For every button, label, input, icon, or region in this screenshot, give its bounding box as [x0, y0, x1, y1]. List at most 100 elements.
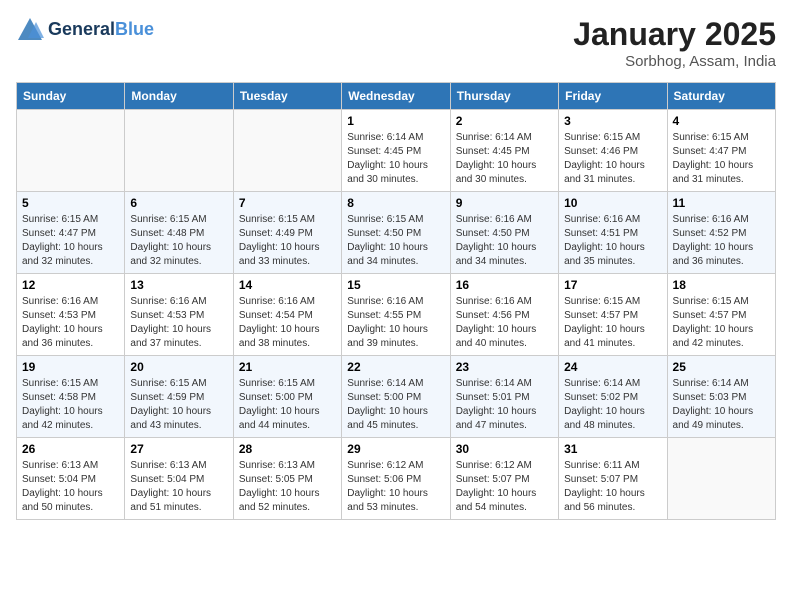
- day-number: 14: [239, 278, 336, 292]
- calendar-cell: 28 Sunrise: 6:13 AM Sunset: 5:05 PM Dayli…: [233, 438, 341, 520]
- day-info: Sunrise: 6:16 AM Sunset: 4:53 PM Dayligh…: [22, 295, 119, 351]
- day-number: 8: [347, 196, 444, 210]
- title-block: January 2025 Sorbhog, Assam, India: [573, 16, 776, 70]
- col-header-sunday: Sunday: [17, 83, 125, 110]
- day-info: Sunrise: 6:14 AM Sunset: 4:45 PM Dayligh…: [456, 131, 553, 187]
- calendar-cell: 7 Sunrise: 6:15 AM Sunset: 4:49 PM Daylig…: [233, 192, 341, 274]
- day-info: Sunrise: 6:16 AM Sunset: 4:52 PM Dayligh…: [673, 213, 770, 269]
- calendar-week-row: 12 Sunrise: 6:16 AM Sunset: 4:53 PM Dayli…: [17, 274, 776, 356]
- calendar-cell: 13 Sunrise: 6:16 AM Sunset: 4:53 PM Dayli…: [125, 274, 233, 356]
- day-info: Sunrise: 6:14 AM Sunset: 5:03 PM Dayligh…: [673, 377, 770, 433]
- logo-icon: [16, 16, 44, 44]
- calendar-cell: 6 Sunrise: 6:15 AM Sunset: 4:48 PM Daylig…: [125, 192, 233, 274]
- calendar-cell: 19 Sunrise: 6:15 AM Sunset: 4:58 PM Dayli…: [17, 356, 125, 438]
- day-info: Sunrise: 6:16 AM Sunset: 4:56 PM Dayligh…: [456, 295, 553, 351]
- calendar-header-row: SundayMondayTuesdayWednesdayThursdayFrid…: [17, 83, 776, 110]
- day-number: 28: [239, 442, 336, 456]
- day-number: 23: [456, 360, 553, 374]
- day-number: 24: [564, 360, 661, 374]
- col-header-tuesday: Tuesday: [233, 83, 341, 110]
- calendar-cell: 4 Sunrise: 6:15 AM Sunset: 4:47 PM Daylig…: [667, 110, 775, 192]
- day-number: 9: [456, 196, 553, 210]
- day-info: Sunrise: 6:14 AM Sunset: 5:02 PM Dayligh…: [564, 377, 661, 433]
- calendar-cell: 25 Sunrise: 6:14 AM Sunset: 5:03 PM Dayli…: [667, 356, 775, 438]
- day-number: 7: [239, 196, 336, 210]
- day-info: Sunrise: 6:15 AM Sunset: 4:47 PM Dayligh…: [673, 131, 770, 187]
- calendar-cell: 2 Sunrise: 6:14 AM Sunset: 4:45 PM Daylig…: [450, 110, 558, 192]
- day-info: Sunrise: 6:15 AM Sunset: 4:58 PM Dayligh…: [22, 377, 119, 433]
- day-info: Sunrise: 6:15 AM Sunset: 4:48 PM Dayligh…: [130, 213, 227, 269]
- calendar-cell: 22 Sunrise: 6:14 AM Sunset: 5:00 PM Dayli…: [342, 356, 450, 438]
- day-info: Sunrise: 6:15 AM Sunset: 4:57 PM Dayligh…: [673, 295, 770, 351]
- calendar-cell: 15Sunrise: 6:16 AM Sunset: 4:55 PM Dayli…: [342, 274, 450, 356]
- day-info: Sunrise: 6:14 AM Sunset: 4:45 PM Dayligh…: [347, 131, 444, 187]
- calendar-cell: [125, 110, 233, 192]
- calendar-cell: 8 Sunrise: 6:15 AM Sunset: 4:50 PM Daylig…: [342, 192, 450, 274]
- day-info: Sunrise: 6:15 AM Sunset: 4:49 PM Dayligh…: [239, 213, 336, 269]
- day-number: 11: [673, 196, 770, 210]
- day-info: Sunrise: 6:11 AM Sunset: 5:07 PM Dayligh…: [564, 459, 661, 515]
- page-header: GeneralBlue January 2025 Sorbhog, Assam,…: [16, 16, 776, 70]
- calendar-cell: 10Sunrise: 6:16 AM Sunset: 4:51 PM Dayli…: [559, 192, 667, 274]
- day-number: 30: [456, 442, 553, 456]
- calendar-table: SundayMondayTuesdayWednesdayThursdayFrid…: [16, 82, 776, 520]
- calendar-cell: 14Sunrise: 6:16 AM Sunset: 4:54 PM Dayli…: [233, 274, 341, 356]
- day-info: Sunrise: 6:12 AM Sunset: 5:06 PM Dayligh…: [347, 459, 444, 515]
- calendar-cell: 5 Sunrise: 6:15 AM Sunset: 4:47 PM Daylig…: [17, 192, 125, 274]
- calendar-cell: 20 Sunrise: 6:15 AM Sunset: 4:59 PM Dayli…: [125, 356, 233, 438]
- day-number: 31: [564, 442, 661, 456]
- calendar-cell: 27Sunrise: 6:13 AM Sunset: 5:04 PM Dayli…: [125, 438, 233, 520]
- day-info: Sunrise: 6:16 AM Sunset: 4:50 PM Dayligh…: [456, 213, 553, 269]
- day-info: Sunrise: 6:15 AM Sunset: 4:47 PM Dayligh…: [22, 213, 119, 269]
- calendar-week-row: 19 Sunrise: 6:15 AM Sunset: 4:58 PM Dayli…: [17, 356, 776, 438]
- day-info: Sunrise: 6:16 AM Sunset: 4:53 PM Dayligh…: [130, 295, 227, 351]
- day-info: Sunrise: 6:16 AM Sunset: 4:51 PM Dayligh…: [564, 213, 661, 269]
- day-number: 20: [130, 360, 227, 374]
- month-title: January 2025: [573, 16, 776, 53]
- calendar-cell: 24 Sunrise: 6:14 AM Sunset: 5:02 PM Dayli…: [559, 356, 667, 438]
- day-info: Sunrise: 6:12 AM Sunset: 5:07 PM Dayligh…: [456, 459, 553, 515]
- day-info: Sunrise: 6:15 AM Sunset: 4:57 PM Dayligh…: [564, 295, 661, 351]
- calendar-week-row: 1Sunrise: 6:14 AM Sunset: 4:45 PM Daylig…: [17, 110, 776, 192]
- day-info: Sunrise: 6:15 AM Sunset: 4:50 PM Dayligh…: [347, 213, 444, 269]
- day-number: 17: [564, 278, 661, 292]
- col-header-friday: Friday: [559, 83, 667, 110]
- day-number: 18: [673, 278, 770, 292]
- col-header-saturday: Saturday: [667, 83, 775, 110]
- day-number: 25: [673, 360, 770, 374]
- day-number: 29: [347, 442, 444, 456]
- calendar-cell: 11 Sunrise: 6:16 AM Sunset: 4:52 PM Dayli…: [667, 192, 775, 274]
- calendar-cell: 18 Sunrise: 6:15 AM Sunset: 4:57 PM Dayli…: [667, 274, 775, 356]
- logo-text: GeneralBlue: [48, 20, 154, 40]
- day-number: 19: [22, 360, 119, 374]
- calendar-cell: [667, 438, 775, 520]
- calendar-cell: [233, 110, 341, 192]
- calendar-cell: 29 Sunrise: 6:12 AM Sunset: 5:06 PM Dayli…: [342, 438, 450, 520]
- calendar-cell: 21 Sunrise: 6:15 AM Sunset: 5:00 PM Dayli…: [233, 356, 341, 438]
- calendar-cell: 30 Sunrise: 6:12 AM Sunset: 5:07 PM Dayli…: [450, 438, 558, 520]
- calendar-cell: 26 Sunrise: 6:13 AM Sunset: 5:04 PM Dayli…: [17, 438, 125, 520]
- day-info: Sunrise: 6:15 AM Sunset: 4:59 PM Dayligh…: [130, 377, 227, 433]
- day-info: Sunrise: 6:13 AM Sunset: 5:04 PM Dayligh…: [22, 459, 119, 515]
- day-info: Sunrise: 6:13 AM Sunset: 5:05 PM Dayligh…: [239, 459, 336, 515]
- day-info: Sunrise: 6:14 AM Sunset: 5:00 PM Dayligh…: [347, 377, 444, 433]
- day-number: 12: [22, 278, 119, 292]
- day-number: 3: [564, 114, 661, 128]
- calendar-cell: 9 Sunrise: 6:16 AM Sunset: 4:50 PM Daylig…: [450, 192, 558, 274]
- location: Sorbhog, Assam, India: [573, 53, 776, 70]
- day-number: 6: [130, 196, 227, 210]
- day-info: Sunrise: 6:15 AM Sunset: 5:00 PM Dayligh…: [239, 377, 336, 433]
- day-number: 5: [22, 196, 119, 210]
- calendar-week-row: 26 Sunrise: 6:13 AM Sunset: 5:04 PM Dayli…: [17, 438, 776, 520]
- day-number: 2: [456, 114, 553, 128]
- day-number: 4: [673, 114, 770, 128]
- calendar-cell: 3Sunrise: 6:15 AM Sunset: 4:46 PM Daylig…: [559, 110, 667, 192]
- day-number: 21: [239, 360, 336, 374]
- day-number: 26: [22, 442, 119, 456]
- calendar-cell: 16Sunrise: 6:16 AM Sunset: 4:56 PM Dayli…: [450, 274, 558, 356]
- day-info: Sunrise: 6:14 AM Sunset: 5:01 PM Dayligh…: [456, 377, 553, 433]
- day-number: 15: [347, 278, 444, 292]
- day-number: 13: [130, 278, 227, 292]
- calendar-week-row: 5 Sunrise: 6:15 AM Sunset: 4:47 PM Daylig…: [17, 192, 776, 274]
- day-number: 22: [347, 360, 444, 374]
